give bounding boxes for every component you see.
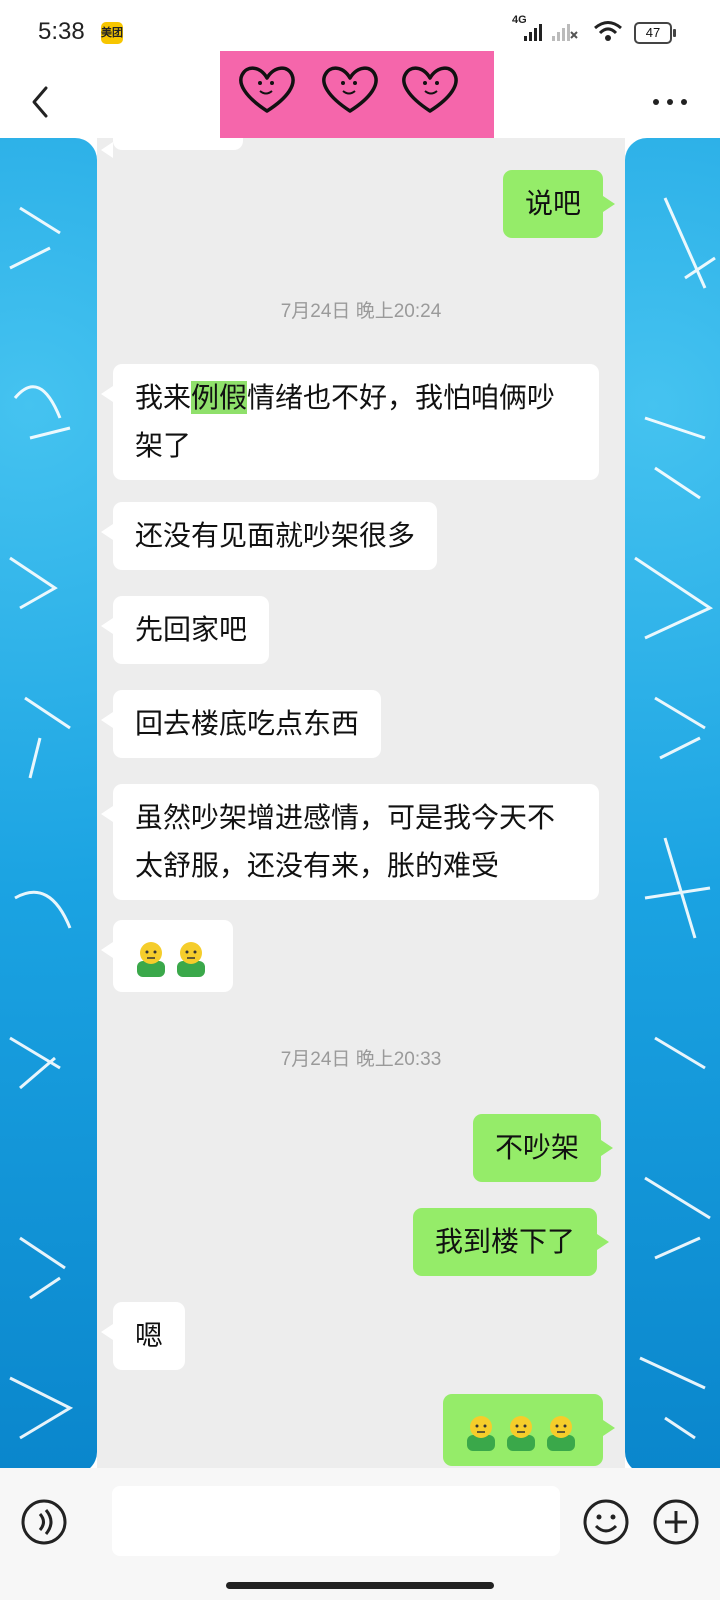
awkward-emoji-icon [467, 1416, 495, 1451]
message-text: 不吵架 [495, 1131, 580, 1164]
awkward-emoji-icon [177, 942, 205, 977]
message-text: 先回家吧 [135, 613, 248, 646]
message-incoming[interactable]: 虽然吵架增进感情，可是我今天不 太舒服，还没有来，胀的难受 [101, 784, 599, 900]
highlighted-text: 例假 [191, 381, 248, 414]
message-text: 虽然吵架增进感情，可是我今天不 [135, 801, 556, 834]
chat-messages[interactable]: 说吧 7月24日 晚上20:24 我来例假情绪也不好，我怕咱俩吵 架了 还没有见… [97, 138, 625, 1468]
contact-name-hearts[interactable] [220, 51, 494, 141]
plus-icon[interactable] [652, 1498, 700, 1546]
timestamp: 7月24日 晚上20:24 [280, 301, 442, 322]
home-indicator[interactable] [226, 1582, 494, 1589]
message-outgoing[interactable]: 我到楼下了 [413, 1208, 610, 1276]
message-incoming[interactable]: 我来例假情绪也不好，我怕咱俩吵 架了 [101, 364, 599, 480]
message-bubble-partial[interactable] [101, 138, 243, 158]
voice-icon[interactable] [20, 1498, 68, 1546]
meituan-app-icon: 美团 [101, 22, 123, 44]
message-text: 说吧 [525, 187, 582, 220]
signal-icon-secondary [552, 24, 578, 41]
status-time: 5:38 [38, 18, 85, 45]
awkward-emoji-icon [137, 942, 165, 977]
signal-icon [524, 24, 542, 41]
message-text: 嗯 [135, 1319, 164, 1352]
wallpaper-scribbles [634, 197, 716, 1440]
awkward-emoji-icon [547, 1416, 575, 1451]
timestamp: 7月24日 晚上20:33 [280, 1049, 442, 1070]
message-text: 我来 [135, 381, 192, 414]
hearts-icon [239, 66, 458, 113]
wifi-icon [594, 21, 622, 41]
wallpaper-scribbles [9, 206, 74, 1440]
message-outgoing[interactable]: 不吵架 [473, 1114, 614, 1182]
message-outgoing[interactable]: 说吧 [503, 170, 616, 238]
message-incoming-emoji[interactable] [101, 920, 233, 992]
message-incoming[interactable]: 回去楼底吃点东西 [100, 690, 382, 758]
message-outgoing-emoji[interactable] [443, 1394, 615, 1466]
message-text: 我到楼下了 [435, 1225, 576, 1258]
chat-header [0, 51, 720, 141]
input-bar [0, 1468, 720, 1600]
message-input[interactable] [112, 1486, 560, 1556]
wallpaper-right [625, 138, 720, 1474]
emoji-icon[interactable] [582, 1498, 630, 1546]
message-text: 还没有见面就吵架很多 [135, 519, 416, 552]
wallpaper-left [0, 138, 97, 1474]
message-text: 回去楼底吃点东西 [135, 707, 360, 740]
battery-icon: 47 [634, 22, 676, 44]
message-text: 架了 [135, 429, 192, 462]
message-text: 情绪也不好，我怕咱俩吵 [247, 381, 556, 414]
message-incoming[interactable]: 还没有见面就吵架很多 [100, 502, 438, 570]
more-options-button[interactable] [650, 94, 690, 110]
message-incoming[interactable]: 嗯 [100, 1302, 186, 1370]
message-incoming[interactable]: 先回家吧 [100, 596, 270, 664]
awkward-emoji-icon [507, 1416, 535, 1451]
back-button[interactable] [22, 82, 62, 122]
message-text: 太舒服，还没有来，胀的难受 [135, 849, 500, 882]
